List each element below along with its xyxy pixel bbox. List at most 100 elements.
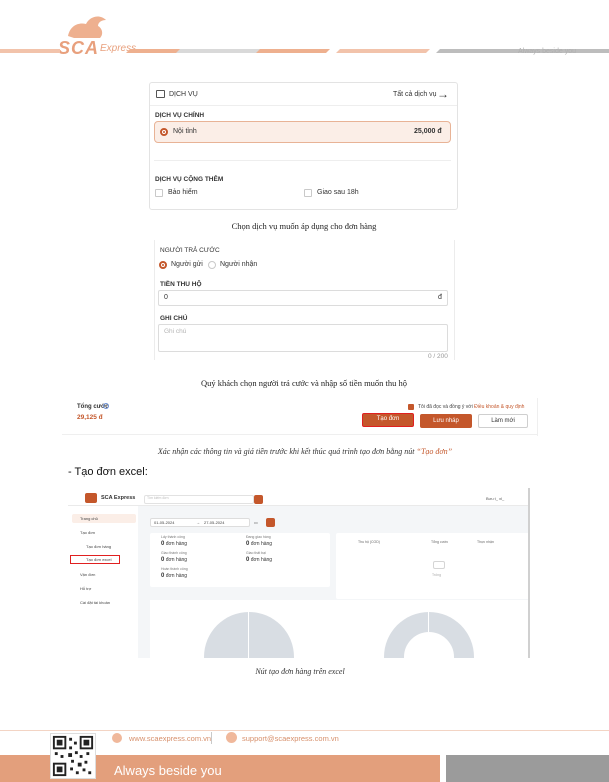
date-arrow-icon: → (196, 520, 200, 525)
stat-label: Hoàn thành công (161, 567, 188, 571)
app-logo-icon (85, 493, 97, 503)
caption-confirm-text: Xác nhận các thông tin và giá tiền trước… (157, 447, 415, 456)
stat-value[interactable]: 0 đơn hàng (161, 557, 187, 563)
empty-box-icon (433, 561, 445, 569)
stat-unit: đơn hàng (165, 557, 188, 563)
footer-tagline: Always beside you (114, 763, 222, 778)
card-border (454, 240, 455, 360)
divider (154, 160, 451, 161)
radio-selected[interactable] (160, 128, 168, 136)
main-service-option[interactable] (154, 121, 451, 143)
mail-icon (226, 732, 237, 743)
save-draft-button[interactable]: Lưu nháp (420, 414, 472, 428)
date-from: 01-05-2024 (154, 520, 175, 525)
after-18h-checkbox[interactable] (304, 189, 312, 197)
insurance-checkbox[interactable] (155, 189, 163, 197)
divider (62, 434, 537, 435)
stat-value[interactable]: 0 đơn hàng (246, 557, 272, 563)
table-header: Tổng cước (431, 540, 449, 544)
stat-value[interactable]: 0 đơn hàng (246, 541, 272, 547)
cod-input[interactable] (158, 290, 448, 306)
sender-label: Người gửi (171, 261, 203, 268)
caption-confirm-highlight: “Tạo đơn” (416, 447, 453, 456)
cod-unit: đ (438, 294, 442, 301)
sidebar-item-create[interactable]: Tạo đơn (80, 530, 95, 535)
after-18h-label: Giao sau 18h (317, 189, 359, 196)
caption-excel: Nút tạo đơn hàng trên excel (255, 667, 345, 676)
reset-button[interactable]: Làm mới (478, 414, 528, 428)
stat-label: Lấy thành công (161, 535, 185, 539)
calendar-icon[interactable]: ▭ (254, 520, 258, 525)
cod-label: TIỀN THU HỘ (160, 281, 202, 288)
receiver-radio[interactable] (208, 261, 216, 269)
stat-number: 0 (161, 541, 165, 547)
note-label: GHI CHÚ (160, 315, 188, 322)
app-topbar (68, 488, 528, 506)
sidebar-item-settings[interactable]: Cài đặt tài khoản (80, 600, 110, 605)
header-tagline: Always beside you (518, 48, 576, 55)
sidebar-item-create-excel[interactable]: Tạo đơn excel (86, 557, 112, 562)
table-header: Thu hộ (COD) (358, 540, 380, 544)
sidebar (68, 506, 138, 658)
main-service-price: 25,000 đ (414, 128, 442, 135)
sidebar-item-home[interactable]: Trang chủ (80, 516, 98, 521)
stat-unit: đơn hàng (250, 557, 273, 563)
cod-value: 0 (164, 294, 168, 301)
filter-search-icon[interactable] (266, 518, 275, 527)
stat-value[interactable]: 0 đơn hàng (161, 541, 187, 547)
main-service-label: DỊCH VỤ CHÍNH (155, 112, 205, 119)
pie-separator (248, 612, 249, 658)
sidebar-item-create-order[interactable]: Tạo đơn hàng (86, 544, 111, 549)
divider (150, 105, 457, 106)
section-bullet: - Tạo đơn excel: (68, 466, 148, 478)
arrow-right-icon[interactable]: → (437, 87, 449, 101)
squirrel-logo-icon (68, 16, 106, 38)
note-textarea[interactable] (158, 324, 448, 352)
sidebar-item-waybill[interactable]: Vận đơn (80, 572, 95, 577)
receiver-label: Người nhận (220, 261, 258, 268)
empty-text: Trống (432, 573, 442, 577)
caption-payer: Quý khách chọn người trả cước và nhập số… (200, 378, 408, 388)
note-placeholder: Ghi chú (164, 328, 187, 335)
sidebar-item-support[interactable]: Hỗ trợ (80, 586, 91, 591)
stat-label: Đang giao hàng (246, 535, 271, 539)
stat-unit: đơn hàng (165, 541, 188, 547)
donut-separator (428, 612, 429, 632)
divider (211, 732, 212, 744)
search-icon[interactable] (254, 495, 263, 504)
total-fee-value: 29,125 đ (77, 414, 103, 421)
footer-email[interactable]: support@scaexpress.com.vn (242, 734, 339, 743)
info-icon[interactable] (103, 403, 109, 409)
stat-value[interactable]: 0 đơn hàng (161, 573, 187, 579)
user-menu[interactable]: Bưu t_ xl_ (486, 496, 504, 501)
note-char-count: 0 / 200 (428, 353, 448, 360)
excel-screenshot: SCA Express Tìm kiếm đơn Bưu t_ xl_ Tran… (68, 488, 530, 658)
app-brand: SCA Express (101, 495, 136, 501)
search-placeholder: Tìm kiếm đơn (147, 496, 169, 500)
insurance-label: Bảo hiểm (168, 189, 198, 196)
sender-radio[interactable] (159, 261, 167, 269)
all-services-link[interactable]: Tất cả dịch vụ (393, 91, 437, 98)
footer-gray-bar (446, 755, 609, 782)
extra-service-label: DỊCH VỤ CỘNG THÊM (155, 176, 224, 183)
caption-confirm: Xác nhận các thông tin và giá tiền trước… (70, 447, 540, 456)
main-service-name: Nội tỉnh (173, 128, 197, 135)
stat-number: 0 (161, 557, 165, 563)
agree-checkbox[interactable] (408, 404, 414, 410)
stat-label: Giao thất bại (246, 551, 266, 555)
stat-number: 0 (161, 573, 165, 579)
divider (537, 398, 538, 436)
globe-icon (112, 733, 122, 743)
footer-website[interactable]: www.scaexpress.com.vn (129, 734, 211, 743)
service-title: DỊCH VỤ (169, 91, 198, 98)
service-box-icon (156, 90, 165, 98)
create-order-button[interactable]: Tạo đơn (362, 413, 414, 427)
agree-text-main: Tôi đã đọc và đồng ý với (418, 404, 473, 410)
table-header: Thực nhận (477, 540, 494, 544)
card-border (154, 240, 155, 360)
stat-unit: đơn hàng (250, 541, 273, 547)
caption-service: Chọn dịch vụ muốn áp dụng cho đơn hàng (231, 221, 377, 231)
agree-text: Tôi đã đọc và đồng ý với Điều khoản & qu… (418, 404, 524, 410)
terms-link[interactable]: Điều khoản & quy định (474, 404, 524, 410)
stat-unit: đơn hàng (165, 573, 188, 579)
